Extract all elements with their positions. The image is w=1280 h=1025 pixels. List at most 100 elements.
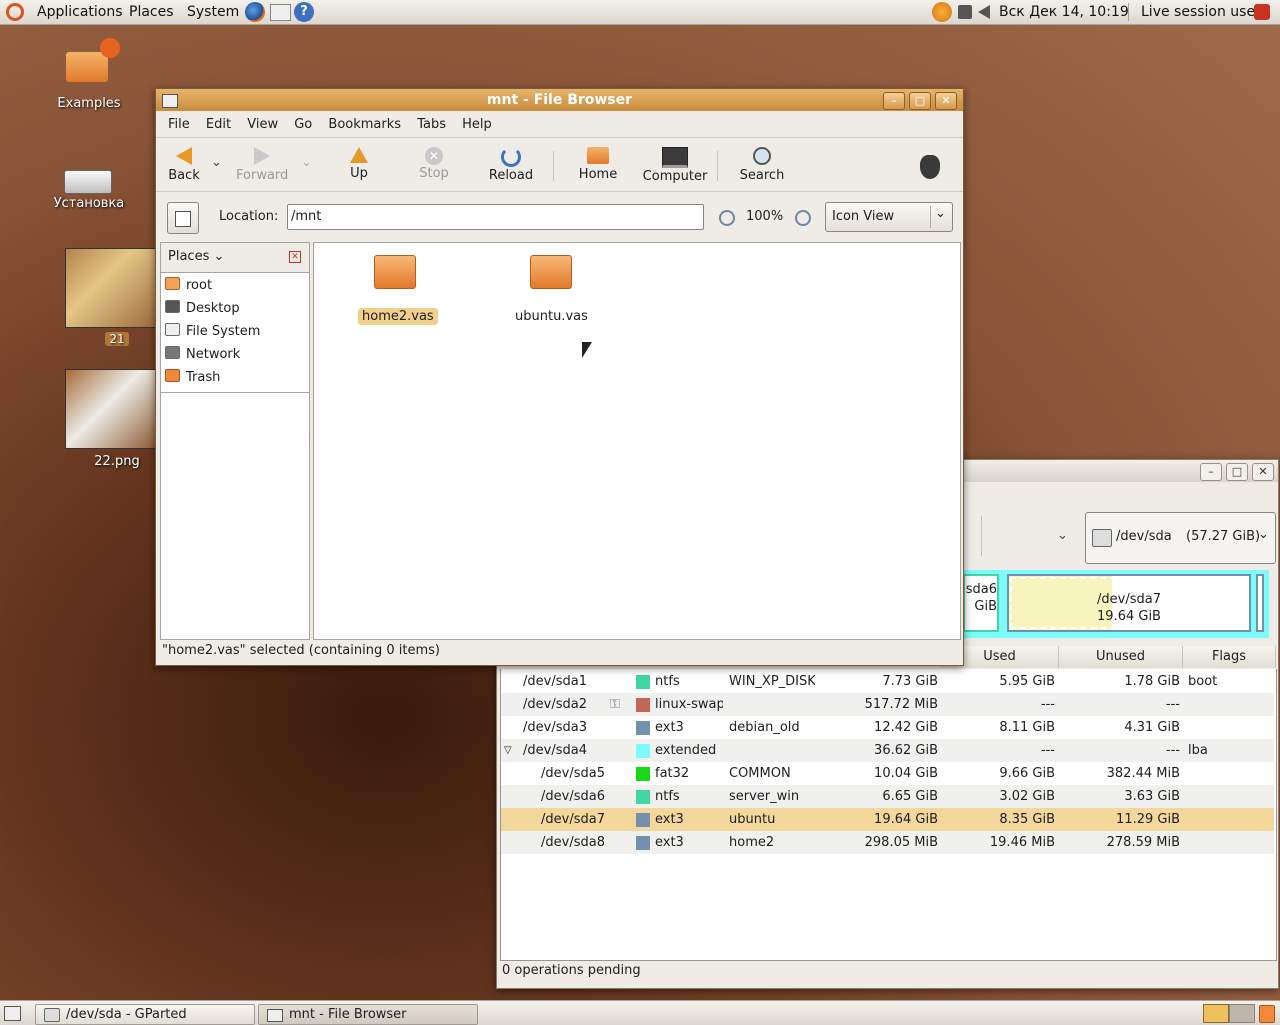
user-menu[interactable]: Live session user <box>1141 0 1261 24</box>
maximize-button[interactable]: □ <box>909 92 931 110</box>
partition-used: 3.02 GiB <box>999 789 1055 804</box>
menu-go[interactable]: Go <box>288 114 318 136</box>
partition-map: sda6 GiB /dev/sda7 19.64 GiB <box>963 570 1269 638</box>
menu-edit[interactable]: Edit <box>200 114 237 136</box>
close-sidebar-icon[interactable]: ✕ <box>289 251 301 263</box>
table-row[interactable]: /dev/sda1 ntfs WIN_XP_DISK 7.73 GiB 5.95 GiB… <box>501 670 1274 693</box>
table-row[interactable]: /dev/sda2 ⚿ linux-swap 517.72 MiB --- --- <box>501 693 1274 716</box>
reload-button[interactable]: Reload <box>486 147 536 183</box>
window-menu-icon[interactable] <box>162 94 178 108</box>
maximize-button[interactable]: □ <box>1226 463 1248 481</box>
minimize-button[interactable]: – <box>883 92 905 110</box>
close-button[interactable]: ✕ <box>935 92 957 110</box>
partition-unused: 382.44 MiB <box>1106 766 1180 781</box>
folder-icon <box>66 52 108 82</box>
volume-icon[interactable] <box>978 5 990 19</box>
menu-bookmarks[interactable]: Bookmarks <box>322 114 407 136</box>
partition-used: 8.11 GiB <box>999 720 1055 735</box>
menu-help[interactable]: Help <box>456 114 498 136</box>
partition-map-sda6[interactable]: sda6 GiB <box>963 574 999 632</box>
table-row[interactable]: /dev/sda4 ▽ extended 36.62 GiB --- --- lba <box>501 739 1274 762</box>
show-desktop-button[interactable] <box>4 1006 21 1021</box>
table-row[interactable]: /dev/sda7 ext3 ubuntu 19.64 GiB 8.35 GiB 11.2… <box>501 808 1274 831</box>
stop-button[interactable]: ✕ Stop <box>418 147 450 181</box>
partition-size: 517.72 MiB <box>864 697 938 712</box>
mail-icon[interactable] <box>270 4 291 21</box>
partition-flags <box>1188 762 1268 785</box>
harddisk-icon <box>165 323 180 336</box>
home-icon <box>165 277 180 290</box>
harddisk-icon <box>1092 529 1112 547</box>
table-row[interactable]: /dev/sda5 fat32 COMMON 10.04 GiB 9.66 GiB 382… <box>501 762 1274 785</box>
partition-map-sda8[interactable] <box>1256 574 1264 632</box>
expander-icon[interactable]: ▽ <box>504 739 516 762</box>
taskbar-item-file-browser[interactable]: mnt - File Browser <box>258 1004 478 1025</box>
network-icon[interactable] <box>958 5 972 19</box>
column-header-unused[interactable]: Unused <box>1059 646 1183 668</box>
search-button[interactable]: Search <box>736 147 788 183</box>
menu-system[interactable]: System <box>187 0 239 24</box>
toolbar-dropdown-arrow[interactable]: ⌄ <box>1057 528 1068 543</box>
file-item[interactable]: home2.vas <box>352 251 442 325</box>
up-arrow-icon <box>350 147 368 163</box>
file-browser-titlebar: mnt - File Browser <box>156 89 963 111</box>
forward-history-dropdown[interactable]: ⌄ <box>301 155 312 170</box>
shutdown-icon[interactable] <box>1254 4 1270 20</box>
help-icon[interactable]: ? <box>294 2 314 22</box>
zoom-out-icon[interactable] <box>719 210 735 226</box>
home-button[interactable]: Home <box>574 147 622 182</box>
menu-view[interactable]: View <box>241 114 284 136</box>
filesystem: ext3 <box>655 720 684 735</box>
sidebar-item-trash[interactable]: Trash <box>161 366 309 389</box>
partition-unused: --- <box>1165 743 1180 758</box>
device-selector[interactable]: /dev/sda (57.27 GiB) ⌄ <box>1085 512 1276 564</box>
desktop-icon-examples[interactable]: Examples <box>50 36 130 116</box>
file-item[interactable]: ubuntu.vas <box>508 251 598 324</box>
partition-used: --- <box>1040 743 1055 758</box>
sidebar-item-desktop[interactable]: Desktop <box>161 297 309 320</box>
partition-label: WIN_XP_DISK <box>729 674 815 689</box>
menu-places[interactable]: Places <box>129 0 174 24</box>
up-button[interactable]: Up <box>344 147 374 181</box>
partition-used: 9.66 GiB <box>999 766 1055 781</box>
mouse-pointer-icon <box>582 342 592 358</box>
sidebar-type-select[interactable]: Places ⌄ <box>168 249 224 264</box>
zoom-level[interactable]: 100% <box>746 209 783 224</box>
ubuntu-logo-icon[interactable] <box>6 3 24 21</box>
minimize-button[interactable]: – <box>1200 463 1222 481</box>
sda7-size: 19.64 GiB <box>1097 609 1161 624</box>
computer-button[interactable]: Computer <box>640 147 710 184</box>
back-button[interactable]: Back <box>164 147 204 183</box>
menu-applications[interactable]: Applications <box>37 0 123 24</box>
taskbar-item-gparted[interactable]: /dev/sda - GParted <box>35 1004 255 1025</box>
view-mode-select[interactable]: Icon View ⌄ <box>825 202 953 232</box>
table-row[interactable]: /dev/sda6 ntfs server_win 6.65 GiB 3.02 GiB 3… <box>501 785 1274 808</box>
back-history-dropdown[interactable]: ⌄ <box>211 155 222 170</box>
column-header-flags[interactable]: Flags <box>1183 646 1276 668</box>
workspace-1[interactable] <box>1203 1004 1229 1023</box>
sidebar-item-file-system[interactable]: File System <box>161 320 309 343</box>
search-icon <box>753 147 771 165</box>
menu-tabs[interactable]: Tabs <box>411 114 452 136</box>
location-input[interactable]: /mnt <box>287 204 704 230</box>
zoom-in-icon[interactable] <box>795 210 811 226</box>
desktop-icon-21[interactable]: 21 <box>65 248 157 352</box>
location-toggle-button[interactable] <box>167 202 199 234</box>
partition-size: 10.04 GiB <box>874 766 938 781</box>
sidebar-item-network[interactable]: Network <box>161 343 309 366</box>
forward-button[interactable]: Forward <box>236 147 288 183</box>
partition-flags <box>1188 808 1268 831</box>
partition-map-sda7[interactable]: /dev/sda7 19.64 GiB <box>1007 574 1251 632</box>
trash-icon[interactable] <box>1259 1005 1275 1023</box>
update-notifier-icon[interactable] <box>932 2 952 22</box>
workspace-2[interactable] <box>1229 1004 1255 1023</box>
table-row[interactable]: /dev/sda8 ext3 home2 298.05 MiB 19.46 MiB 278… <box>501 831 1274 854</box>
close-button[interactable]: ✕ <box>1252 463 1274 481</box>
menu-file[interactable]: File <box>162 114 196 136</box>
desktop-icon-installer[interactable]: Установка <box>46 146 132 216</box>
clock[interactable]: Вск Дек 14, 10:19 <box>999 0 1129 24</box>
desktop-icon-22-png[interactable]: 22.png <box>65 369 157 473</box>
firefox-icon[interactable] <box>245 2 265 22</box>
sidebar-item-root[interactable]: root <box>161 274 309 297</box>
table-row[interactable]: /dev/sda3 ext3 debian_old 12.42 GiB 8.11 GiB… <box>501 716 1274 739</box>
